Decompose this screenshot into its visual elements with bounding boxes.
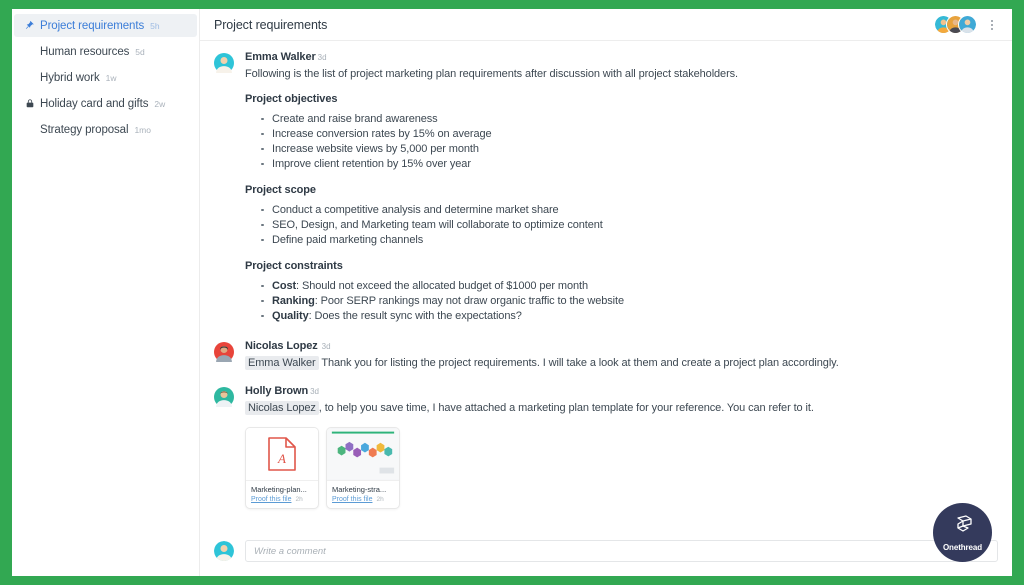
- sidebar-item-time: 1mo: [134, 124, 151, 135]
- attachment-meta: Marketing-stra... Proof this file 2h: [327, 479, 399, 508]
- section-title-project-scope: Project scope: [245, 183, 316, 196]
- message-body: Nicolas Lopez 3d Emma Walker Thank you f…: [245, 340, 998, 382]
- dot: [991, 19, 993, 22]
- sidebar: Project requirements 5h Human resources …: [12, 9, 200, 576]
- attachment-name: Marketing-stra...: [332, 484, 387, 494]
- comment-input[interactable]: [245, 540, 998, 562]
- list-item: Ranking: Poor SERP rankings may not draw…: [261, 294, 998, 309]
- onethread-label: Onethread: [942, 543, 983, 552]
- attachment-card-image[interactable]: Marketing-stra... Proof this file 2h: [326, 426, 400, 509]
- avatar-group-icon[interactable]: [934, 15, 977, 34]
- sidebar-item-time: 2w: [154, 98, 166, 109]
- attachment-time: 2h: [376, 495, 384, 503]
- spacer-icon: [23, 123, 36, 136]
- dot: [991, 27, 993, 30]
- bullet-lead: Ranking: [272, 294, 315, 307]
- message-holly-brown: Holly Brown 3d Nicolas Lopez, to help yo…: [214, 385, 998, 513]
- pin-icon: [23, 19, 36, 32]
- mention-chip[interactable]: Nicolas Lopez: [245, 401, 319, 415]
- more-vertical-icon[interactable]: [986, 17, 998, 33]
- attachment-preview: A: [246, 427, 318, 480]
- list-item: Improve client retention by 15% over yea…: [261, 157, 998, 172]
- list-item: Conduct a competitive analysis and deter…: [261, 203, 998, 218]
- sidebar-item-time: 5d: [135, 46, 145, 57]
- spacer-icon: [23, 71, 36, 84]
- app-window: Project requirements 5h Human resources …: [12, 9, 1012, 576]
- page-title: Project requirements: [214, 17, 328, 32]
- bullet-list-project-objectives: Create and raise brand awareness Increas…: [245, 112, 998, 172]
- sidebar-item-holiday-card-and-gifts[interactable]: Holiday card and gifts 2w: [14, 92, 197, 115]
- list-item: SEO, Design, and Marketing team will col…: [261, 218, 998, 233]
- topbar: Project requirements: [200, 9, 1012, 41]
- sidebar-item-label: Strategy proposal: [40, 123, 129, 136]
- bullet-lead: Quality: [272, 309, 309, 322]
- message-header: Emma Walker 3d: [245, 51, 998, 63]
- avatar: [214, 340, 234, 382]
- avatar: [214, 51, 234, 336]
- avatar: [214, 385, 234, 513]
- attachment-preview: [327, 427, 399, 480]
- svg-text:A: A: [277, 451, 286, 466]
- bullet-lead: Cost: [272, 279, 297, 292]
- sidebar-item-human-resources[interactable]: Human resources 5d: [14, 40, 197, 63]
- sidebar-item-label: Hybrid work: [40, 71, 100, 84]
- section-title-project-objectives: Project objectives: [245, 92, 338, 105]
- bullet-list-project-scope: Conduct a competitive analysis and deter…: [245, 203, 998, 248]
- main-panel: Project requirements Emma Walker 3d Foll…: [200, 9, 1012, 576]
- message-body: Holly Brown 3d Nicolas Lopez, to help yo…: [245, 385, 998, 513]
- topbar-actions: [934, 15, 998, 34]
- mention-chip[interactable]: Emma Walker: [245, 355, 319, 370]
- message-author: Nicolas Lopez: [245, 339, 318, 352]
- message-thread[interactable]: Emma Walker 3d Following is the list of …: [200, 41, 1012, 532]
- lock-icon: [23, 97, 36, 110]
- attachment-sub: Proof this file 2h: [251, 496, 313, 503]
- message-author: Holly Brown: [245, 385, 309, 397]
- attachment-sub: Proof this file 2h: [332, 496, 394, 503]
- sidebar-item-label: Holiday card and gifts: [40, 97, 149, 110]
- sidebar-item-project-requirements[interactable]: Project requirements 5h: [14, 14, 197, 37]
- attachment-list: A Marketing-plan... Proof this file 2h M…: [245, 426, 998, 509]
- message-author: Emma Walker: [245, 51, 316, 63]
- message-body: Emma Walker 3d Following is the list of …: [245, 51, 998, 336]
- message-nicolas-lopez: Nicolas Lopez 3d Emma Walker Thank you f…: [214, 340, 998, 382]
- message-text: Nicolas Lopez, to help you save time, I …: [245, 401, 998, 417]
- avatar: [958, 15, 977, 34]
- attachment-time: 2h: [295, 495, 303, 503]
- sidebar-item-label: Project requirements: [40, 19, 145, 32]
- list-item: Increase conversion rates by 15% on aver…: [261, 127, 998, 142]
- pdf-file-icon: A: [268, 436, 296, 471]
- message-intro: Following is the list of project marketi…: [245, 68, 738, 80]
- list-item: Quality: Does the result sync with the e…: [261, 309, 998, 324]
- message-time: 3d: [317, 53, 327, 62]
- list-item: Create and raise brand awareness: [261, 112, 998, 127]
- message-emma-walker: Emma Walker 3d Following is the list of …: [214, 51, 998, 336]
- message-text: Emma Walker Thank you for listing the pr…: [245, 355, 998, 372]
- message-header: Holly Brown 3d: [245, 385, 998, 397]
- avatar: [214, 541, 234, 561]
- onethread-badge[interactable]: Onethread: [933, 503, 992, 562]
- dot: [991, 23, 993, 26]
- hexagon-chart-thumbnail-icon: [327, 428, 399, 479]
- sidebar-item-strategy-proposal[interactable]: Strategy proposal 1mo: [14, 118, 197, 141]
- sidebar-item-hybrid-work[interactable]: Hybrid work 1w: [14, 66, 197, 89]
- list-item: Cost: Should not exceed the allocated bu…: [261, 279, 998, 294]
- section-title-project-constraints: Project constraints: [245, 259, 343, 272]
- proof-file-link[interactable]: Proof this file: [332, 496, 372, 503]
- attachment-name: Marketing-plan...: [251, 484, 307, 494]
- sidebar-item-label: Human resources: [40, 45, 130, 58]
- spacer-icon: [23, 45, 36, 58]
- sidebar-item-time: 1w: [105, 72, 117, 83]
- bullet-list-project-constraints: Cost: Should not exceed the allocated bu…: [245, 279, 998, 324]
- message-header: Nicolas Lopez 3d: [245, 340, 998, 352]
- attachment-card-pdf[interactable]: A Marketing-plan... Proof this file 2h: [245, 426, 319, 509]
- sidebar-item-time: 5h: [150, 20, 160, 31]
- proof-file-link[interactable]: Proof this file: [251, 496, 291, 503]
- list-item: Define paid marketing channels: [261, 233, 998, 248]
- comment-composer: [200, 532, 1012, 576]
- message-time: 3d: [310, 387, 319, 396]
- onethread-logo-icon: [951, 513, 975, 542]
- list-item: Increase website views by 5,000 per mont…: [261, 142, 998, 157]
- message-time: 3d: [321, 341, 331, 351]
- attachment-meta: Marketing-plan... Proof this file 2h: [246, 479, 318, 508]
